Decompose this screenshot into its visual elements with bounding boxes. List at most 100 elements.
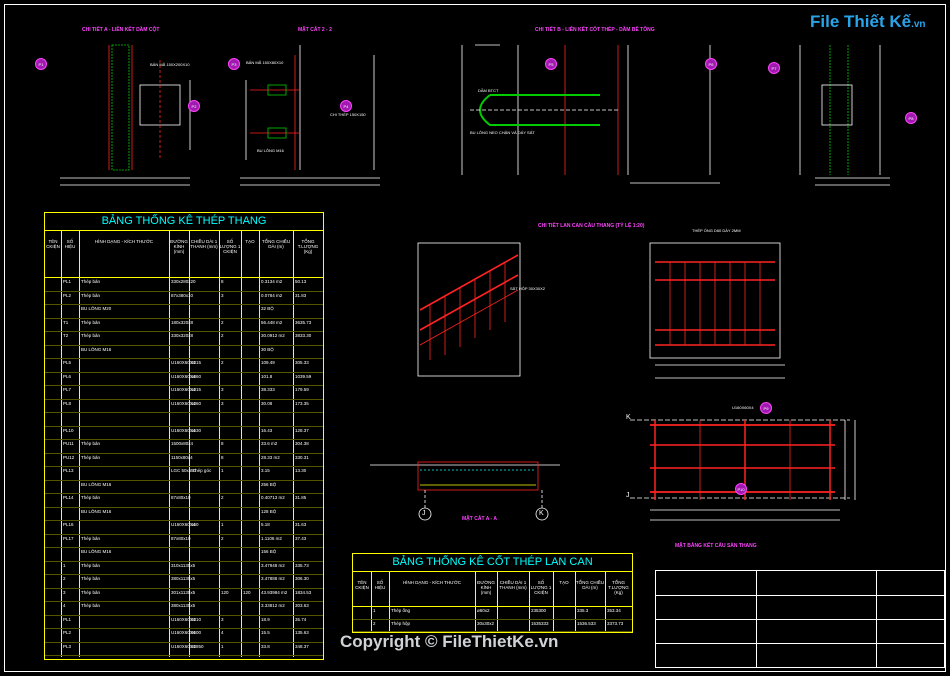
table-cell: 156 BỘ <box>261 549 277 554</box>
table-cell: 3 <box>221 616 224 622</box>
table-cell: 38.333 <box>261 387 275 392</box>
table-cell: 1500x80x4 <box>171 441 194 446</box>
table-body: PL1 Thép bản 330x280x20 8 0.3134 m2 50.13 PL2 T… <box>45 277 323 657</box>
table-cell: 15.5 <box>261 630 270 635</box>
table-cell: 301x1135x5 <box>171 589 196 595</box>
table-row: BU LÔNG M16 30 BỘ <box>45 345 323 359</box>
table-cell: 1536.533 <box>577 620 596 626</box>
table-row: PL1 Thép bản 330x280x20 8 0.3134 m2 50.13 <box>45 277 323 292</box>
table-cell: 1 <box>373 608 376 613</box>
table-cell: Thép bản <box>81 576 101 581</box>
table-cell: 179.59 <box>295 387 309 392</box>
table-cell: 135.63 <box>295 630 309 635</box>
table-row: PU12 Thép bản 1150x80x4 8 28.33 m2 330.31 <box>45 453 323 467</box>
logo-domain: .vn <box>911 19 926 30</box>
table-cell: Thép bản <box>81 495 101 500</box>
table-cell: Thép bản <box>81 441 101 446</box>
header-cell: ĐƯỜNG KÍNH (mm) <box>170 239 188 254</box>
table-cell: 32 BỘ <box>261 306 274 311</box>
table-cell: Thép bản <box>81 292 101 298</box>
annotation: BẢN MÃ 150X200X10 <box>150 62 190 67</box>
detail-3-drawing <box>461 44 720 184</box>
table-cell: 31.63 <box>295 522 307 527</box>
table-cell: 4 <box>221 630 224 635</box>
table-cell: 2 <box>221 319 224 325</box>
table-row: PL3 U160X60X4 33850 1 33.8 348.37 <box>45 642 323 656</box>
header-cell: HÌNH DẠNG - KÍCH THƯỚC <box>402 580 462 585</box>
title-block <box>655 570 945 668</box>
annotation: THÉP ỐNG D60 DÀY 2MM <box>692 228 741 233</box>
table-header: TÊN CKIỆN SỐ HIỆU HÌNH DẠNG - KÍCH THƯỚC ĐƯ… <box>353 571 632 607</box>
header-cell: SỐ HIỆU <box>64 239 76 249</box>
axis-mark: K <box>626 414 631 421</box>
table-cell: 180x320x8 <box>171 319 194 325</box>
table-cell: 5.18 <box>261 522 270 527</box>
table-row: BU LÔNG M20 32 BỘ <box>45 304 323 319</box>
table-row: PL6 U160X60X4 1860 101.8 1039.59 <box>45 372 323 386</box>
header-cell: CHIỀU DÀI 1 THANH (mm) <box>190 239 218 249</box>
reference-tag: P2 <box>188 100 200 112</box>
table-cell: 30 BỘ <box>261 346 274 352</box>
table-cell: 50 <box>191 468 197 473</box>
detail-8-drawing <box>630 419 856 521</box>
table-cell: 0.3134 m2 <box>261 279 283 284</box>
site-logo[interactable]: File Thiết Kế.vn <box>810 12 926 32</box>
header-cell: TẠO <box>559 580 569 585</box>
table-cell: 35.74 <box>295 616 307 622</box>
header-cell: ĐƯỜNG KÍNH (mm) <box>477 580 495 595</box>
table-cell: 128 BỘ <box>261 508 277 514</box>
table-cell: 353.34 <box>607 608 621 613</box>
table-cell: 0.40713 m2 <box>261 495 285 500</box>
table-cell: 1 <box>221 643 224 649</box>
table-cell: 3600 <box>191 630 202 635</box>
table-cell: 160 <box>191 522 199 527</box>
table-cell: 0.0784 m2 <box>261 292 283 298</box>
table-cell: 3.47948 m2 <box>261 562 285 568</box>
table-cell: 33850 <box>191 643 204 649</box>
detail-5-drawing <box>417 242 521 377</box>
annotation: CHI THÉP 150X150 <box>330 112 366 117</box>
annotation: BU LÔNG M16 <box>257 148 284 153</box>
axis-mark: J <box>422 510 426 517</box>
table-cell: 33.6 m2 <box>261 441 278 446</box>
table-cell: 2 <box>373 620 376 626</box>
table-title: BẢNG THỐNG KÊ CỐT THÉP LAN CAN <box>392 556 593 568</box>
detail-5-title: CHI TIẾT LAN CAN CẦU THANG (TỶ LỆ 1:20) <box>538 223 645 229</box>
reference-tag: P9 <box>760 402 772 414</box>
reference-tag: P1 <box>35 58 47 70</box>
detail-1-title: CHI TIẾT A - LIÊN KẾT DẦM CỘT <box>82 27 160 33</box>
table-cell: Thép bản <box>81 333 101 338</box>
header-cell: SỐ LƯỢNG 1 CKIỆN <box>530 580 552 595</box>
table-cell: 3 <box>63 589 66 595</box>
header-cell: TẠO <box>245 239 255 244</box>
table-row: PL7 U160X60X4 1315 3 38.333 179.59 <box>45 385 323 400</box>
table-cell: 33.8 <box>261 643 270 649</box>
table-body: 1 Thép ống ø60x2 235300 335.3 353.34 2 Thép hộp… <box>353 606 632 632</box>
table-cell: Thép bản <box>81 454 101 460</box>
table-cell: PL1 <box>63 616 72 622</box>
table-cell: BU LÔNG M20 <box>81 306 112 311</box>
header-cell: SỐ LƯỢNG 1 CKIỆN <box>219 239 241 254</box>
reference-tag: P10 <box>735 483 747 495</box>
reference-tag: P5 <box>545 58 557 70</box>
table-cell: PL8 <box>63 400 72 406</box>
table-cell: BU LÔNG M16 <box>81 508 112 514</box>
annotation: BU LÔNG NEO CHẬN VÀ DÁY SẮT <box>470 130 535 135</box>
table-cell: PL3 <box>63 643 72 649</box>
table-cell: 13.30 <box>295 468 307 473</box>
table-cell: PL10 <box>63 427 74 433</box>
table-cell: T2 <box>63 333 69 338</box>
table-cell: 31.83 <box>295 292 307 298</box>
table-cell: 1039.59 <box>295 373 312 379</box>
table-cell: 330.31 <box>295 454 309 460</box>
table-row: 2 Thép bản 380x1135x5 3.47888 m2 306.30 <box>45 574 323 589</box>
table-cell: 1.1106 m2 <box>261 535 282 541</box>
table-cell: PL5 <box>63 360 72 365</box>
table-cell: 8 <box>221 279 224 284</box>
header-cell: TỔNG T.LƯỢNG (Kg) <box>608 580 629 595</box>
table-row: PL2 U160X60X4 3600 4 15.5 135.63 <box>45 628 323 643</box>
table-cell: 28.33 m2 <box>261 454 280 460</box>
table-row: PL10 U160X60X4 1630 16.43 128.37 <box>45 426 323 440</box>
table-title: BẢNG THỐNG KÊ THÉP THANG <box>101 215 267 227</box>
table-cell: 3315 <box>191 360 202 365</box>
